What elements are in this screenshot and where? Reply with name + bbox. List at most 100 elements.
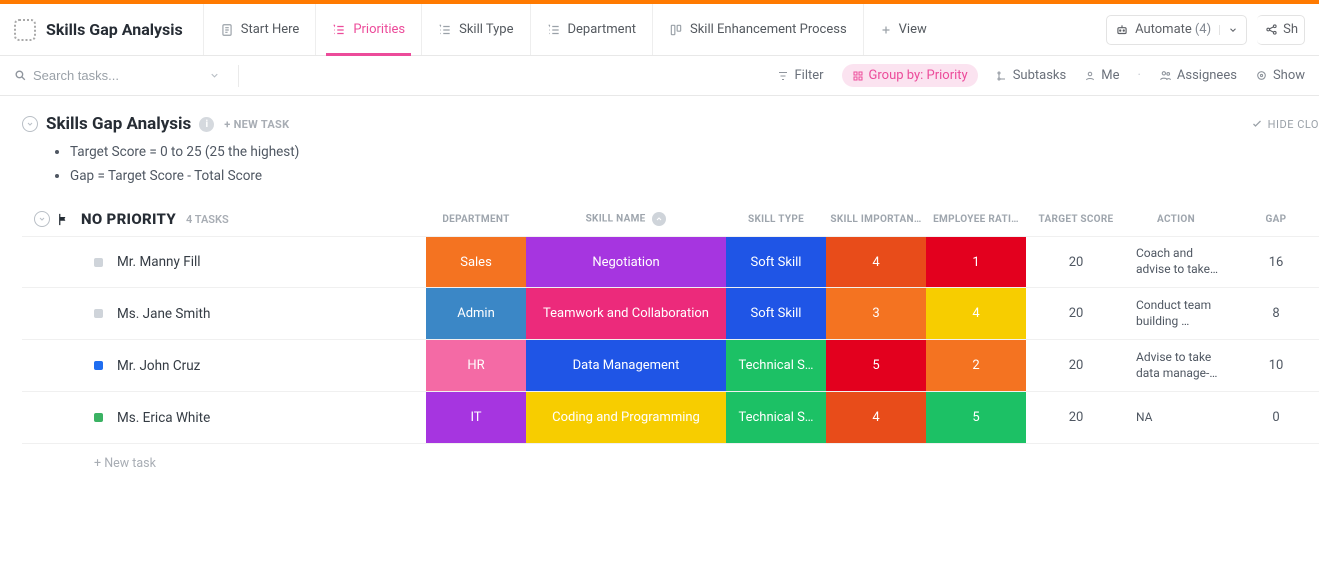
cell-gap[interactable]: 8 <box>1226 288 1319 339</box>
cell-target-score[interactable]: 20 <box>1026 392 1126 443</box>
col-skill-importance[interactable]: SKILL IMPORTAN… <box>826 214 926 225</box>
automate-label: Automate <box>1135 22 1192 37</box>
table-row[interactable]: Mr. Manny FillSalesNegotiationSoft Skill… <box>22 236 1319 288</box>
subtasks-label: Subtasks <box>1013 68 1067 83</box>
task-table: Mr. Manny FillSalesNegotiationSoft Skill… <box>22 236 1319 444</box>
show-button[interactable]: Show <box>1255 68 1305 83</box>
me-button[interactable]: Me <box>1084 68 1119 83</box>
new-task-button[interactable]: + NEW TASK <box>224 118 289 131</box>
cell-department[interactable]: Admin <box>426 288 526 339</box>
new-task-row[interactable]: + New task <box>22 444 1319 471</box>
col-target-score[interactable]: TARGET SCORE <box>1026 214 1126 225</box>
task-name-cell[interactable]: Mr. Manny Fill <box>72 237 426 287</box>
task-name: Mr. John Cruz <box>117 358 200 374</box>
tab-skill-type[interactable]: Skill Type <box>421 4 529 55</box>
automate-count: (4) <box>1195 22 1211 37</box>
tab-skill-enhancement[interactable]: Skill Enhancement Process <box>652 4 863 55</box>
col-employee-rating[interactable]: EMPLOYEE RATI… <box>926 214 1026 225</box>
cell-skill-importance[interactable]: 4 <box>826 237 926 287</box>
share-label: Sh <box>1283 22 1298 37</box>
cell-employee-rating[interactable]: 4 <box>926 288 1026 339</box>
cell-skill-type[interactable]: Soft Skill <box>726 237 826 287</box>
cell-action[interactable]: Advise to take data manage-… <box>1126 340 1226 391</box>
filter-label: Filter <box>794 68 823 83</box>
col-skill-type[interactable]: SKILL TYPE <box>726 214 826 225</box>
cell-skill-name[interactable]: Teamwork and Collaboration <box>526 288 726 339</box>
status-dot[interactable] <box>94 258 103 267</box>
cell-department[interactable]: IT <box>426 392 526 443</box>
cell-skill-name[interactable]: Coding and Programming <box>526 392 726 443</box>
automate-button[interactable]: Automate (4) <box>1106 15 1247 45</box>
list-pin-icon <box>332 23 346 37</box>
collapse-toggle[interactable] <box>22 116 38 132</box>
cell-target-score[interactable]: 20 <box>1026 237 1126 287</box>
list-header: Skills Gap Analysis i + NEW TASK HIDE CL… <box>22 114 1319 134</box>
group-by-button[interactable]: Group by: Priority <box>842 64 978 87</box>
share-button[interactable]: Sh <box>1257 15 1305 45</box>
cell-gap[interactable]: 0 <box>1226 392 1319 443</box>
cell-skill-name[interactable]: Data Management <box>526 340 726 391</box>
cell-action[interactable]: NA <box>1126 392 1226 443</box>
cell-skill-name[interactable]: Negotiation <box>526 237 726 287</box>
bullet-item: Target Score = 0 to 25 (25 the highest) <box>70 144 1319 160</box>
cell-employee-rating[interactable]: 2 <box>926 340 1026 391</box>
status-dot[interactable] <box>94 361 103 370</box>
col-department[interactable]: DEPARTMENT <box>426 214 526 225</box>
task-name-cell[interactable]: Ms. Jane Smith <box>72 288 426 339</box>
table-row[interactable]: Mr. John Cruz HRData ManagementTechnical … <box>22 340 1319 392</box>
search-icon <box>14 69 27 82</box>
search-wrap <box>14 65 777 87</box>
table-row[interactable]: Ms. Jane Smith AdminTeamwork and Collabor… <box>22 288 1319 340</box>
bullet-item: Gap = Target Score - Total Score <box>70 168 1319 184</box>
cell-skill-type[interactable]: Technical S… <box>726 340 826 391</box>
cell-department[interactable]: HR <box>426 340 526 391</box>
tab-priorities[interactable]: Priorities <box>315 4 421 55</box>
cell-skill-importance[interactable]: 5 <box>826 340 926 391</box>
status-dot[interactable] <box>94 309 103 318</box>
me-label: Me <box>1101 68 1119 83</box>
col-action[interactable]: ACTION <box>1126 214 1226 225</box>
task-name-cell[interactable]: Mr. John Cruz <box>72 340 426 391</box>
app-icon <box>14 19 36 41</box>
col-skill-name[interactable]: SKILL NAME <box>526 212 726 226</box>
chevron-down-icon <box>1219 25 1238 35</box>
status-dot[interactable] <box>94 413 103 422</box>
tab-department[interactable]: Department <box>530 4 653 55</box>
assignees-button[interactable]: Assignees <box>1159 68 1237 83</box>
cell-department[interactable]: Sales <box>426 237 526 287</box>
cell-skill-type[interactable]: Soft Skill <box>726 288 826 339</box>
divider <box>238 65 239 87</box>
board-icon <box>669 23 683 37</box>
cell-gap[interactable]: 10 <box>1226 340 1319 391</box>
cell-target-score[interactable]: 20 <box>1026 340 1126 391</box>
task-name: Ms. Jane Smith <box>117 306 210 322</box>
row-gutter <box>22 392 72 443</box>
sort-asc-icon[interactable] <box>652 212 666 226</box>
cell-action[interactable]: Conduct team building … <box>1126 288 1226 339</box>
page-title: Skills Gap Analysis <box>46 20 183 39</box>
subtasks-button[interactable]: Subtasks <box>996 68 1067 83</box>
group-collapse-toggle[interactable] <box>34 211 50 227</box>
cell-skill-importance[interactable]: 4 <box>826 392 926 443</box>
cell-action[interactable]: Coach and advise to take n… <box>1126 237 1226 287</box>
search-input[interactable] <box>33 68 203 83</box>
list-pin-icon <box>438 23 452 37</box>
table-row[interactable]: Ms. Erica WhiteITCoding and ProgrammingT… <box>22 392 1319 444</box>
cell-employee-rating[interactable]: 5 <box>926 392 1026 443</box>
chevron-down-icon[interactable] <box>209 70 220 81</box>
hide-closed-button[interactable]: HIDE CLO <box>1251 118 1319 131</box>
cell-skill-type[interactable]: Technical S… <box>726 392 826 443</box>
subtasks-icon <box>996 70 1008 82</box>
cell-employee-rating[interactable]: 1 <box>926 237 1026 287</box>
cell-skill-importance[interactable]: 3 <box>826 288 926 339</box>
tab-start-here[interactable]: Start Here <box>203 4 316 55</box>
add-view-button[interactable]: View <box>863 4 943 55</box>
task-name-cell[interactable]: Ms. Erica White <box>72 392 426 443</box>
list-pin-icon <box>547 23 561 37</box>
info-icon[interactable]: i <box>199 117 214 132</box>
row-gutter <box>22 237 72 287</box>
col-gap[interactable]: GAP <box>1226 214 1319 225</box>
cell-target-score[interactable]: 20 <box>1026 288 1126 339</box>
cell-gap[interactable]: 16 <box>1226 237 1319 287</box>
filter-button[interactable]: Filter <box>777 68 823 83</box>
